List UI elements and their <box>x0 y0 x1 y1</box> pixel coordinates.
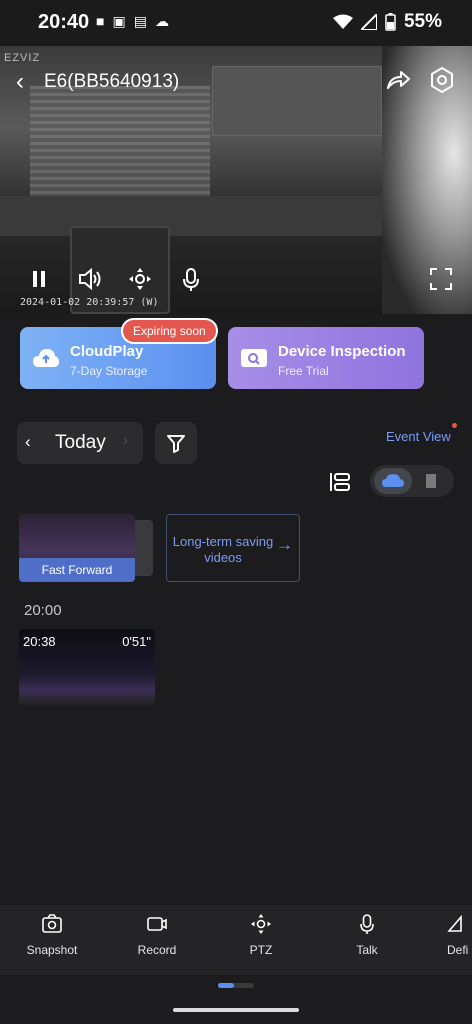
definition-icon <box>447 914 462 932</box>
notification-icon: ■ <box>96 13 105 29</box>
fullscreen-icon[interactable] <box>428 266 454 292</box>
notification-dot <box>452 423 457 428</box>
record-button[interactable]: Record <box>122 913 192 957</box>
inspection-title: Device Inspection <box>278 343 406 360</box>
fast-forward-label: Fast Forward <box>19 558 135 582</box>
notification-icon: ▣ <box>112 13 126 29</box>
timeline-hour: 20:00 <box>24 602 62 619</box>
ptz-button[interactable]: PTZ <box>226 913 296 957</box>
storage-source-toggle[interactable] <box>370 465 454 497</box>
snapshot-button[interactable]: Snapshot <box>17 913 87 957</box>
snapshot-label: Snapshot <box>26 943 78 957</box>
fast-forward-stack <box>135 520 153 576</box>
video-clip[interactable]: 20:38 0'51" <box>19 629 155 705</box>
clip-time: 20:38 <box>23 634 56 649</box>
talk-button[interactable]: Talk <box>332 913 402 957</box>
prev-day-button[interactable]: ‹ <box>25 432 31 452</box>
sd-card-icon[interactable] <box>422 472 440 490</box>
video-scene-window <box>30 86 210 206</box>
device-title: E6(BB5640913) <box>44 71 180 92</box>
date-label[interactable]: Today <box>55 432 106 454</box>
brand-watermark: EZVIZ <box>4 52 41 64</box>
cloud-notify-icon: ☁ <box>154 13 169 29</box>
cloud-option[interactable] <box>374 468 412 494</box>
event-view-link[interactable]: Event View <box>386 429 451 444</box>
camera-icon <box>42 914 62 933</box>
ptz-icon <box>251 914 271 934</box>
video-timestamp: 2024-01-02 20:39:57 (W) <box>20 297 159 308</box>
settings-icon[interactable] <box>428 66 456 94</box>
notification-icon: ▤ <box>133 13 147 29</box>
long-term-label: Long-term saving videos <box>172 534 274 565</box>
page-indicator <box>218 983 254 988</box>
date-selector: ‹ Today › <box>17 422 143 464</box>
talk-label: Talk <box>356 943 378 957</box>
status-time: 20:40 <box>38 11 90 33</box>
video-scene-counter <box>0 196 400 236</box>
microphone-icon[interactable] <box>178 266 204 292</box>
expiring-badge: Expiring soon <box>121 318 218 344</box>
share-icon[interactable] <box>384 66 412 94</box>
cloud-upload-icon <box>33 349 59 367</box>
back-icon[interactable]: ‹ <box>16 68 24 96</box>
signal-icon <box>360 14 377 30</box>
long-term-videos-button[interactable]: Long-term saving videos → <box>166 514 300 582</box>
arrow-right-icon: → <box>276 535 293 554</box>
record-icon <box>147 917 167 931</box>
system-indicators: 55% <box>332 11 442 33</box>
inspection-subtitle: Free Trial <box>278 364 329 378</box>
wifi-icon <box>332 14 353 29</box>
microphone-icon <box>360 914 374 934</box>
fast-forward-thumbnail[interactable]: Fast Forward <box>19 514 135 582</box>
ptz-icon[interactable] <box>127 266 153 292</box>
video-scene-cabinet <box>212 66 382 136</box>
cloudplay-subtitle: 7-Day Storage <box>70 364 148 378</box>
definition-label: Defi <box>447 943 469 957</box>
definition-button[interactable]: Defi <box>437 913 472 957</box>
clip-duration: 0'51" <box>122 634 151 649</box>
status-bar: 20:40 ■ ▣ ▤ ☁ 55% <box>0 0 472 46</box>
pause-icon[interactable] <box>26 266 52 292</box>
ptz-label: PTZ <box>249 943 273 957</box>
page-indicator-active <box>218 983 234 988</box>
next-day-button[interactable]: › <box>123 432 128 449</box>
battery-icon <box>385 13 396 31</box>
battery-level: 55% <box>403 11 442 32</box>
live-video-feed[interactable]: EZVIZ ‹ E6(BB5640913) 2024-01-02 20:39:5… <box>0 46 472 314</box>
notification-icons: ■ ▣ ▤ ☁ <box>96 13 169 30</box>
filter-button[interactable] <box>155 422 197 464</box>
filter-icon <box>167 435 185 453</box>
list-icon[interactable] <box>328 470 352 494</box>
inspection-icon <box>241 349 267 367</box>
home-indicator[interactable] <box>173 1008 299 1012</box>
volume-icon[interactable] <box>77 266 103 292</box>
record-label: Record <box>137 943 177 957</box>
bottom-toolbar: Snapshot Record PTZ Talk Defi <box>0 905 472 975</box>
cloudplay-title: CloudPlay <box>70 343 144 360</box>
cloud-icon <box>382 474 404 487</box>
device-inspection-card[interactable]: Device Inspection Free Trial <box>228 327 424 389</box>
